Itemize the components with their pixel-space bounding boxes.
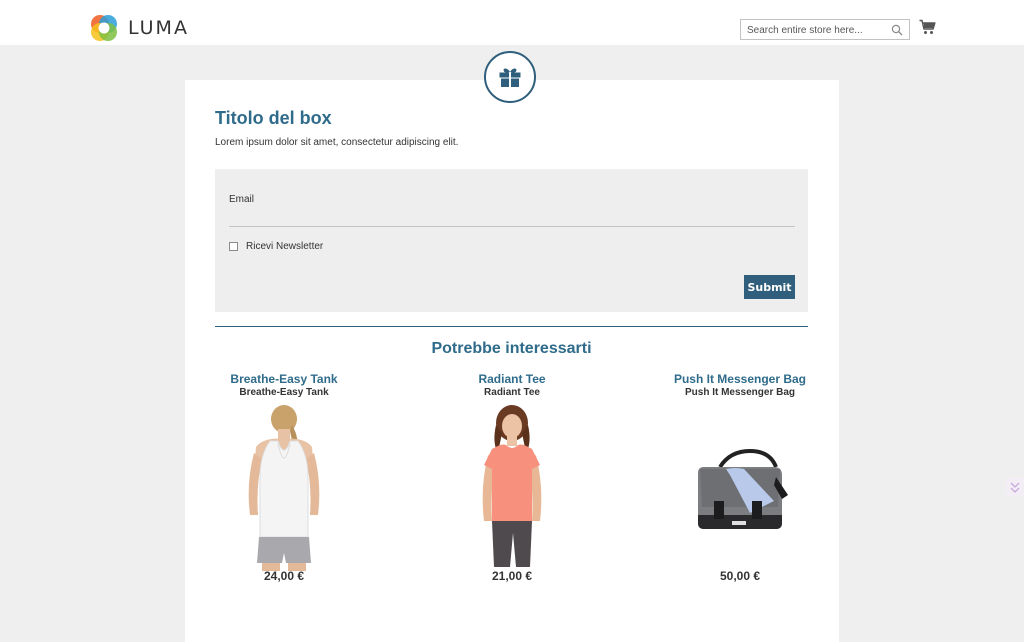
product-price: 50,00 €: [719, 569, 761, 583]
side-widget-tab[interactable]: [1006, 478, 1024, 496]
product-card[interactable]: Push It Messenger Bag Push It Messenger …: [655, 372, 825, 583]
side-widget-icon: [1010, 482, 1020, 493]
box-subtitle: Lorem ipsum dolor sit amet, consectetur …: [215, 137, 459, 148]
product-price: 21,00 €: [491, 569, 533, 583]
newsletter-checkbox[interactable]: [229, 242, 238, 251]
product-title[interactable]: Push It Messenger Bag: [655, 372, 825, 386]
recommendations-title: Potrebbe interessarti: [431, 340, 592, 357]
site-header: LUMA: [0, 0, 1024, 45]
product-image-tank[interactable]: [234, 403, 334, 571]
cart-icon[interactable]: [919, 19, 936, 35]
product-title[interactable]: Radiant Tee: [427, 372, 597, 386]
product-title[interactable]: Breathe-Easy Tank: [199, 372, 369, 386]
submit-button[interactable]: Submit: [744, 275, 795, 299]
product-subtitle: Radiant Tee: [484, 387, 540, 398]
gift-icon: [499, 68, 521, 87]
newsletter-form: Email Ricevi Newsletter Submit: [215, 169, 808, 312]
luma-logo-icon: [91, 14, 117, 41]
search-icon[interactable]: [891, 24, 903, 36]
email-field[interactable]: [229, 209, 795, 227]
product-image-tee[interactable]: [462, 403, 562, 571]
search-box: [740, 19, 910, 40]
product-card[interactable]: Breathe-Easy Tank Breathe-Easy Tank 24,0…: [199, 372, 369, 583]
newsletter-checkbox-row[interactable]: Ricevi Newsletter: [229, 241, 323, 252]
box-title: Titolo del box: [215, 108, 332, 128]
product-subtitle: Push It Messenger Bag: [684, 387, 796, 398]
product-image-bag[interactable]: [675, 403, 805, 571]
logo-text: LUMA: [128, 16, 189, 39]
luma-logo[interactable]: LUMA: [89, 12, 189, 43]
search-input[interactable]: [741, 21, 893, 40]
email-label: Email: [229, 194, 255, 205]
product-subtitle: Breathe-Easy Tank: [239, 387, 329, 398]
product-card[interactable]: Radiant Tee Radiant Tee 21,00 €: [427, 372, 597, 583]
product-price: 24,00 €: [263, 569, 305, 583]
section-divider: [215, 326, 808, 327]
gift-badge: [484, 51, 536, 103]
newsletter-checkbox-label: Ricevi Newsletter: [246, 241, 324, 252]
